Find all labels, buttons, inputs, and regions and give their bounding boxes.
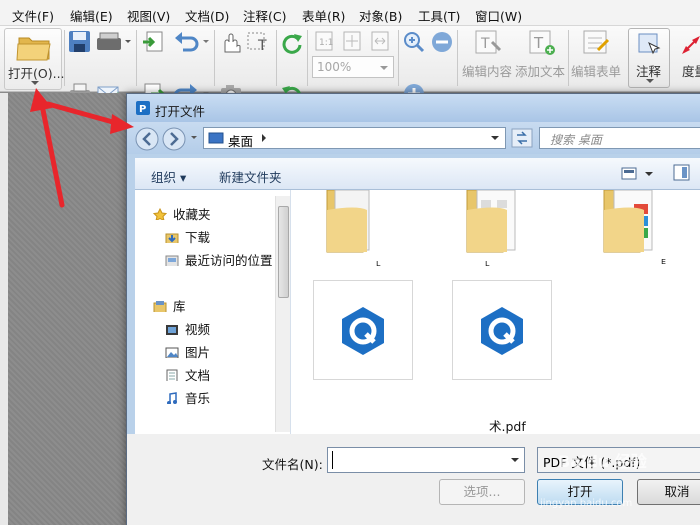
arrow-right xyxy=(45,101,123,127)
watermark-url: jingyan.baidu.com xyxy=(540,498,633,509)
arrow-head-up xyxy=(30,88,52,112)
arrow-up xyxy=(39,102,65,208)
arrow-head-right xyxy=(110,114,134,134)
watermark-brand: Baidu 经验 xyxy=(558,452,647,471)
annotation-arrows xyxy=(30,88,134,208)
